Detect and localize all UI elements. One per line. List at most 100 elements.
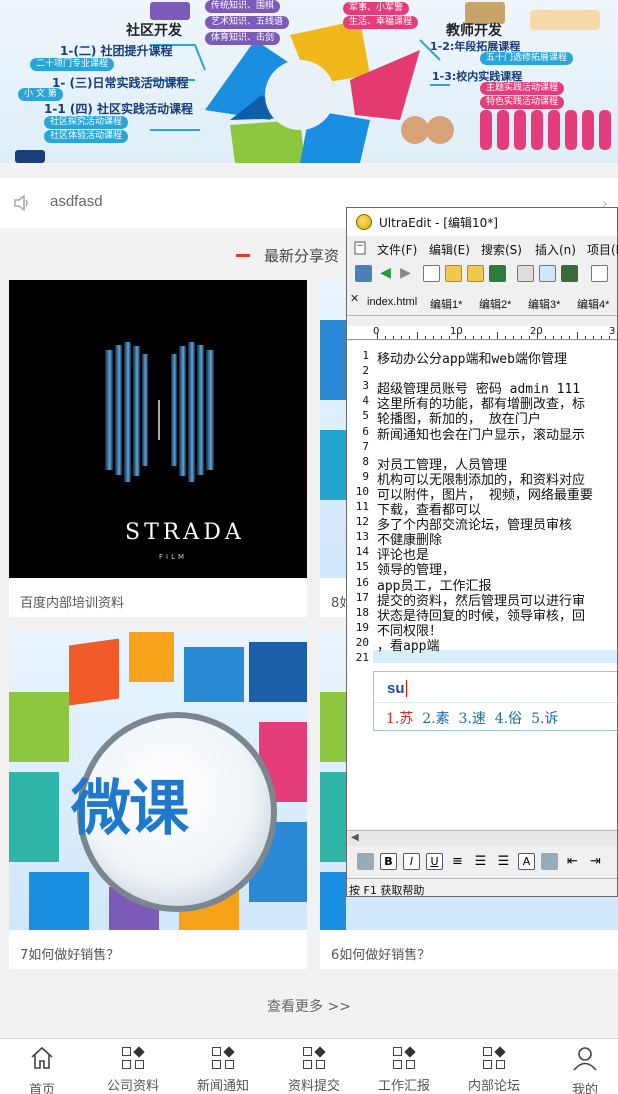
code-line[interactable]: 新闻通知也会在门户显示，滚动显示 (377, 424, 585, 443)
tab-forum[interactable]: 内部论坛 (454, 1045, 534, 1094)
format-icon[interactable] (357, 853, 374, 870)
ime-candidate[interactable]: 4.俗 (495, 711, 522, 727)
ime-candidate[interactable]: 2.素 (422, 711, 449, 727)
ruler-tick (609, 336, 610, 339)
banner-text: 1-1 (四) 社区实践活动课程 (44, 102, 194, 116)
bold-icon[interactable]: B (380, 853, 397, 870)
ruler-tick (569, 336, 570, 339)
tab-label: 公司资料 (106, 1079, 159, 1094)
section-header: 最新分享资 (236, 244, 339, 266)
ruler: 0 10 20 3 (347, 326, 618, 340)
tab-company-docs[interactable]: 公司资料 (93, 1045, 173, 1094)
brand-wordmark: STRADA (125, 520, 245, 545)
file-tab[interactable]: 编辑4* (577, 296, 609, 312)
menu-search[interactable]: 搜索(S) (481, 241, 522, 258)
status-text: 按 F1 获取帮助 (349, 884, 425, 897)
ultraedit-titlebar[interactable]: UltraEdit - [编辑10*] (347, 208, 617, 236)
ultraedit-window[interactable]: UltraEdit - [编辑10*] 文件(F) 编辑(E) 搜索(S) 插入… (346, 207, 618, 897)
ime-candidate[interactable]: 5.诉 (531, 711, 558, 727)
file-tab[interactable]: 编辑2* (479, 296, 511, 312)
line-number: 14 (355, 545, 369, 559)
ruler-tick (449, 336, 450, 339)
banner-pill: 二十项门专业课程 (30, 58, 115, 71)
italic-icon[interactable]: I (403, 853, 420, 870)
line-number: 1 (362, 349, 369, 362)
ruler-tick (401, 336, 402, 339)
line-number: 13 (355, 530, 369, 544)
open-folder-icon[interactable] (467, 265, 484, 282)
menu-insert[interactable]: 插入(n) (535, 241, 576, 258)
card-caption: 百度内部培训资料 (20, 596, 125, 611)
ime-candidates[interactable]: 1.苏 2.素 3.速 4.俗 5.诉 (386, 708, 558, 728)
file-tabs: ✕ index.html 编辑1* 编辑2* 编辑3* 编辑4* (347, 290, 617, 316)
banner-carousel[interactable]: 社区开发 教师开发 1-(二) 社团提升课程 二十项门专业课程 1- (三)日常… (0, 0, 618, 163)
tab-submit[interactable]: 资料提交 (274, 1045, 354, 1094)
spell-check-icon[interactable] (561, 265, 578, 282)
print-preview-icon[interactable] (539, 265, 556, 282)
text-caret (406, 680, 407, 697)
print-icon[interactable] (517, 265, 534, 282)
file-tab[interactable]: 编辑1* (430, 296, 462, 312)
line-number: 5 (362, 409, 369, 423)
tab-label: 我的 (571, 1083, 598, 1094)
tab-home[interactable]: 首页 (2, 1045, 82, 1094)
document-icon[interactable] (591, 265, 608, 282)
numbered-list-icon[interactable]: ☰ (495, 853, 512, 870)
ruler-tick (393, 336, 394, 339)
new-file-icon[interactable] (423, 265, 440, 282)
code-line[interactable]: 移动办公分app端和web端你管理 (377, 348, 567, 367)
underline-icon[interactable]: U (426, 853, 443, 870)
line-number: 16 (355, 575, 369, 589)
font-color-icon[interactable]: A (518, 853, 535, 870)
banner-pill: 生活、幸福课程 (343, 16, 419, 29)
close-icon[interactable]: ✕ (350, 292, 359, 305)
line-number: 2 (362, 364, 369, 378)
ime-candidate-window[interactable]: su 1.苏 2.素 3.速 4.俗 5.诉 (373, 671, 617, 731)
back-arrow-icon[interactable]: ◀ (377, 265, 394, 282)
horizontal-scrollbar[interactable]: ◀ (347, 830, 617, 846)
align-icon[interactable]: ≡ (449, 853, 466, 870)
resource-card[interactable]: 微课 7如何做好销售？ (9, 632, 307, 969)
app-root: 社区开发 教师开发 1-(二) 社团提升课程 二十项门专业课程 1- (三)日常… (0, 0, 618, 1094)
menu-edit[interactable]: 编辑(E) (429, 241, 470, 258)
highlight-icon[interactable] (541, 853, 558, 870)
tab-mine[interactable]: 我的 (545, 1045, 618, 1094)
weike-title: 微课 (71, 774, 189, 844)
ruler-tick (513, 336, 514, 339)
grid-icon (210, 1045, 236, 1071)
ruler-tick (529, 336, 530, 339)
view-more-link[interactable]: 查看更多 >> (0, 996, 618, 1016)
grid-icon (120, 1045, 146, 1071)
resource-card[interactable]: STRADA FILM 百度内部培训资料 (9, 280, 307, 617)
tab-news[interactable]: 新闻通知 (183, 1045, 263, 1094)
card-thumbnail: 微课 (9, 632, 307, 930)
line-number: 9 (362, 469, 369, 483)
ruler-tick (521, 336, 522, 339)
scroll-left-icon[interactable]: ◀ (351, 832, 359, 843)
line-number: 8 (362, 454, 369, 468)
save-icon[interactable] (489, 265, 506, 282)
indent-icon[interactable]: ⇤ (564, 853, 581, 870)
open-folder-icon[interactable] (445, 265, 462, 282)
ime-candidate[interactable]: 1.苏 (386, 711, 413, 727)
menu-file[interactable]: 文件(F) (377, 241, 417, 258)
banner-text: 社区开发 (126, 23, 182, 39)
ruler-tick (465, 336, 466, 339)
open-project-icon[interactable] (355, 265, 372, 282)
line-number: 15 (355, 560, 369, 574)
ruler-tick (577, 332, 578, 339)
banner-pill: 军事、小军警 (343, 2, 410, 15)
bullet-list-icon[interactable]: ☰ (472, 853, 489, 870)
file-tab[interactable]: index.html (367, 296, 417, 308)
file-tab[interactable]: 编辑3* (528, 296, 560, 312)
outdent-icon[interactable]: ⇥ (587, 853, 604, 870)
grid-icon (391, 1045, 417, 1071)
code-line[interactable]: ，看app端 (377, 635, 439, 654)
menu-project[interactable]: 项目(P) (587, 241, 618, 258)
forward-arrow-icon[interactable]: ▶ (397, 265, 414, 282)
tab-report[interactable]: 工作汇报 (364, 1045, 444, 1094)
tab-label: 资料提交 (287, 1079, 340, 1094)
ime-candidate[interactable]: 3.速 (459, 711, 486, 727)
banner-text: 教师开发 (446, 23, 502, 39)
editor-area[interactable]: 1 移动办公分app端和web端你管理 2 3 超级管理员账号 密码 admin 111… (347, 341, 617, 829)
